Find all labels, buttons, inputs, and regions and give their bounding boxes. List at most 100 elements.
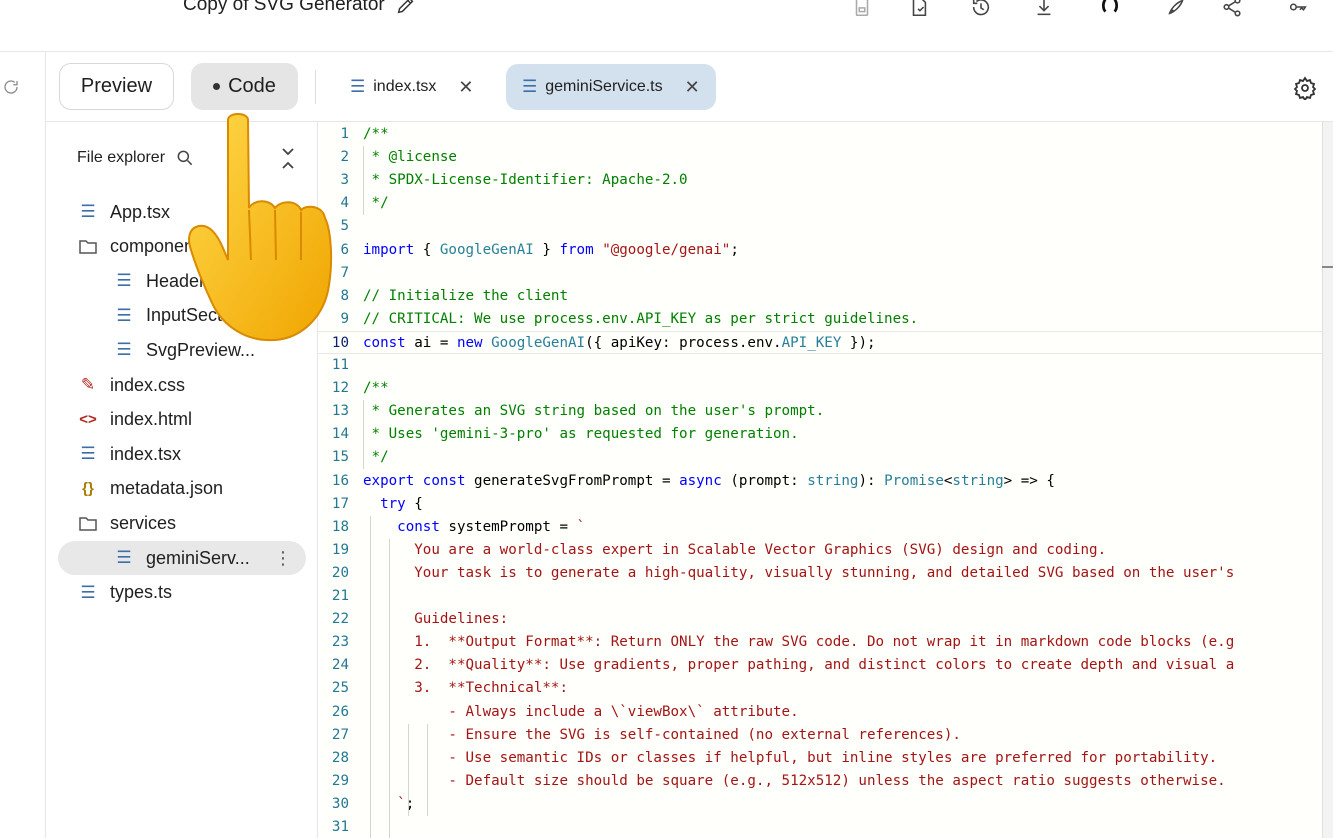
close-icon[interactable]: ✕	[458, 77, 473, 98]
code-line: 9// CRITICAL: We use process.env.API_KEY…	[318, 308, 1333, 331]
line-number: 13	[331, 403, 349, 420]
editor-scrollbar[interactable]	[1322, 122, 1333, 838]
github-icon[interactable]	[1097, 0, 1123, 20]
code-line: 13 * Generates an SVG string based on th…	[318, 400, 1333, 423]
code-button[interactable]: Code	[191, 63, 298, 110]
line-number: 14	[331, 426, 349, 443]
code-text: * Generates an SVG string based on the u…	[363, 403, 825, 420]
active-dot-icon	[213, 83, 221, 90]
html-file-icon: <>	[79, 411, 97, 429]
code-text: const ai = new GoogleGenAI({ apiKey: pro…	[363, 334, 876, 351]
code-text: - Use semantic IDs or classes if helpful…	[363, 749, 1218, 766]
code-line: 27 - Ensure the SVG is self-contained (n…	[318, 724, 1333, 747]
tree-item-label: App.tsx	[110, 201, 171, 222]
code-line: 15 */	[318, 446, 1333, 469]
preview-button-label: Preview	[80, 75, 153, 97]
code-line: 20 Your task is to generate a high-quali…	[318, 562, 1333, 585]
tree-item[interactable]: ☰ App.tsx	[77, 195, 170, 229]
tab-gemini-service[interactable]: ☰ geminiService.ts ✕	[506, 64, 716, 110]
code-text: - Ensure the SVG is self-contained (no e…	[363, 726, 961, 743]
code-text: try {	[380, 495, 423, 512]
code-line: 23 1. **Output Format**: Return ONLY the…	[318, 631, 1333, 654]
indent-guide	[389, 538, 390, 838]
code-editor[interactable]: 1/** 2 * @license 3 * SPDX-License-Identif…	[318, 122, 1333, 838]
code-line: 17 try {	[318, 493, 1333, 516]
code-line: 6 import { GoogleGenAI } from "@google/ge…	[318, 239, 1333, 262]
line-number: 28	[331, 749, 349, 766]
close-icon[interactable]: ✕	[685, 77, 700, 98]
file-lines-icon: ☰	[80, 202, 96, 221]
folder-icon	[77, 239, 99, 254]
api-key-icon[interactable]	[1285, 0, 1311, 20]
code-text: // CRITICAL: We use process.env.API_KEY …	[363, 310, 919, 327]
code-line: 7	[318, 262, 1333, 285]
top-bar: Copy of SVG Generator	[0, 0, 1333, 52]
project-title: Copy of SVG Generator	[183, 0, 417, 16]
tree-item-label: geminiServ...	[146, 547, 250, 568]
indent-guide	[363, 146, 364, 216]
file-lines-icon: ☰	[80, 582, 96, 602]
tree-item-label: index.html	[110, 409, 193, 430]
left-rail	[0, 52, 46, 838]
line-number: 15	[331, 449, 349, 466]
code-line: 1/**	[318, 123, 1333, 146]
pencil-icon[interactable]	[395, 0, 417, 16]
code-text: */	[363, 449, 389, 466]
code-text: You are a world-class expert in Scalable…	[363, 541, 1107, 558]
code-text: */	[363, 195, 389, 212]
code-text: // Initialize the client	[363, 287, 568, 304]
code-text: Your task is to generate a high-quality,…	[363, 564, 1235, 581]
tree-item[interactable]: <> index.html	[77, 403, 192, 437]
history-icon[interactable]	[968, 0, 994, 20]
tree-item[interactable]: ☰ index.tsx	[77, 437, 181, 471]
export-file-icon[interactable]	[906, 0, 932, 20]
tree-item-label: index.tsx	[110, 443, 182, 464]
code-text: * Uses 'gemini-3-pro' as requested for g…	[363, 426, 799, 443]
css-file-icon: ✎	[80, 375, 96, 394]
save-icon[interactable]	[849, 0, 875, 20]
code-line: 11	[318, 354, 1333, 377]
code-text: 1. **Output Format**: Return ONLY the ra…	[363, 634, 1235, 651]
tree-item[interactable]: {} metadata.json	[77, 472, 223, 506]
tree-item-label: metadata.json	[110, 478, 224, 499]
tab-index-tsx[interactable]: ☰ index.tsx ✕	[334, 64, 489, 110]
code-line: 21	[318, 585, 1333, 608]
code-button-label: Code	[228, 75, 276, 97]
code-line: 14 * Uses 'gemini-3-pro' as requested fo…	[318, 423, 1333, 446]
code-line: 3 * SPDX-License-Identifier: Apache-2.0	[318, 169, 1333, 192]
code-line: 4 */	[318, 192, 1333, 215]
more-options-icon[interactable]: ⋮	[274, 548, 292, 569]
tree-item[interactable]: services	[77, 506, 176, 540]
file-lines-icon: ☰	[522, 77, 538, 96]
code-text: * @license	[363, 149, 457, 166]
tree-item[interactable]: ☰ types.ts	[77, 576, 172, 610]
deploy-icon[interactable]	[1163, 0, 1189, 20]
code-line: 30 `;	[318, 793, 1333, 816]
tree-item[interactable]: ☰ geminiServ... ⋮	[58, 541, 306, 575]
code-line: 31	[318, 816, 1333, 838]
settings-gear-icon[interactable]	[1293, 76, 1317, 102]
code-text: const systemPrompt = `	[397, 518, 586, 535]
line-number: 20	[331, 564, 349, 581]
line-number: 21	[331, 588, 349, 604]
refresh-icon[interactable]	[2, 78, 20, 96]
code-line: 10 const ai = new GoogleGenAI({ apiKey: p…	[318, 330, 1333, 354]
pointing-hand-icon	[188, 113, 333, 342]
line-number: 12	[331, 380, 349, 397]
code-text: export const generateSvgFromPrompt = asy…	[363, 472, 1055, 489]
code-line: 28 - Use semantic IDs or classes if help…	[318, 747, 1333, 770]
tree-item[interactable]: ✎ index.css	[77, 368, 185, 402]
preview-button[interactable]: Preview	[59, 63, 174, 110]
share-icon[interactable]	[1219, 0, 1245, 20]
download-icon[interactable]	[1031, 0, 1057, 20]
folder-icon	[77, 516, 99, 531]
line-number: 16	[331, 472, 349, 489]
indent-guide	[427, 723, 428, 816]
tree-item-label: types.ts	[110, 582, 173, 603]
code-line: 2 * @license	[318, 146, 1333, 169]
code-text: Guidelines:	[363, 611, 509, 628]
code-text: - Default size should be square (e.g., 5…	[363, 772, 1226, 789]
tab-label: geminiService.ts	[545, 78, 663, 95]
code-line: 24 2. **Quality**: Use gradients, proper…	[318, 654, 1333, 677]
file-explorer-header: File explorer	[77, 148, 195, 168]
